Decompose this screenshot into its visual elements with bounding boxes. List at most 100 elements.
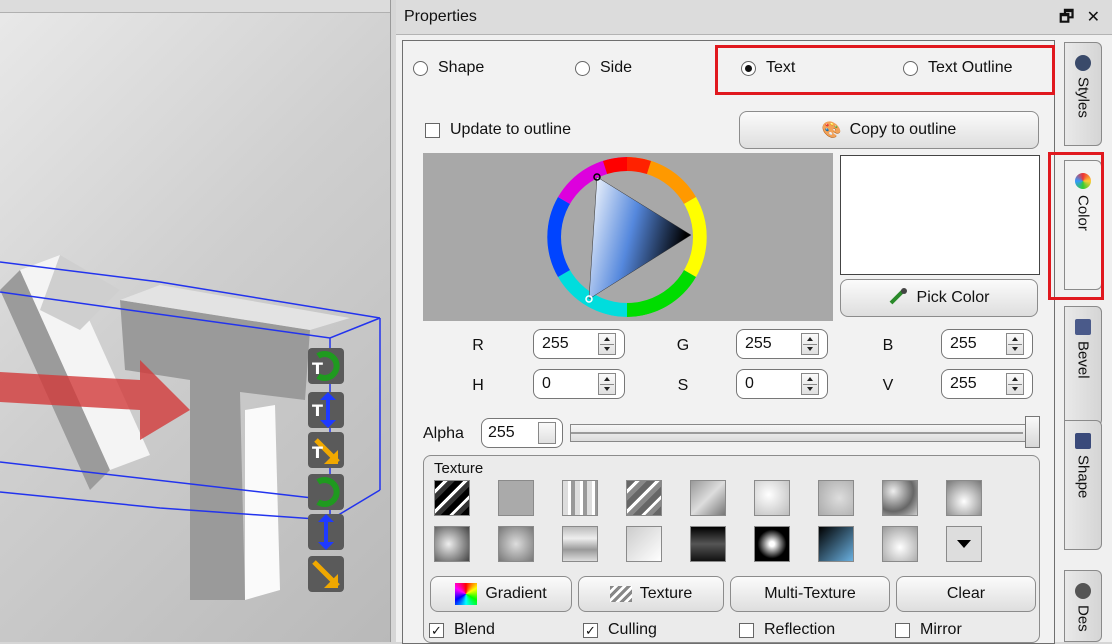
spin-value: 255 (542, 335, 569, 352)
checkbox-box[interactable] (739, 622, 754, 638)
checkbox-box[interactable]: ✓ (429, 622, 444, 638)
tab-label: Bevel (1074, 341, 1092, 379)
checkbox-box[interactable] (895, 622, 910, 638)
spin-arrows[interactable] (801, 333, 819, 355)
texture-tile[interactable] (690, 526, 726, 562)
tab-design[interactable]: Des (1064, 570, 1102, 642)
color-wheel[interactable] (423, 153, 833, 321)
tab-label: Styles (1074, 77, 1092, 118)
multi-texture-button[interactable]: Multi-Texture (730, 576, 890, 612)
texture-tile[interactable] (754, 526, 790, 562)
texture-tile[interactable] (882, 526, 918, 562)
texture-tile[interactable] (434, 480, 470, 516)
spin-arrows[interactable] (538, 422, 556, 444)
spin-value: 255 (488, 424, 515, 441)
texture-tile[interactable] (946, 480, 982, 516)
field-label-v: V (882, 377, 894, 394)
scale-object-icon[interactable] (308, 556, 344, 592)
side-tabs: Styles Color Bevel Shape Des (1048, 40, 1108, 642)
texture-group-label: Texture (432, 460, 486, 477)
gradient-icon (455, 583, 478, 605)
texture-tile[interactable] (754, 480, 790, 516)
gradient-button[interactable]: Gradient (430, 576, 572, 612)
button-label: Pick Color (916, 289, 990, 306)
texture-tile[interactable] (882, 480, 918, 516)
checkbox-box[interactable] (425, 122, 440, 138)
g-spinbox[interactable]: 255 (736, 329, 828, 359)
v-spinbox[interactable]: 255 (941, 369, 1033, 399)
blend-checkbox[interactable]: ✓ Blend (429, 621, 495, 639)
copy-to-outline-button[interactable]: 🎨 Copy to outline (739, 111, 1039, 149)
alpha-spinbox[interactable]: 255 (481, 418, 563, 448)
color-panel: Shape Side Text Text Outline Update to o… (402, 40, 1055, 644)
h-spinbox[interactable]: 0 (533, 369, 625, 399)
button-label: Copy to outline (849, 121, 957, 138)
svg-text:T: T (312, 443, 323, 462)
spin-arrows[interactable] (598, 333, 616, 355)
field-label-r: R (472, 337, 484, 354)
checkbox-label: Blend (454, 621, 495, 638)
spin-value: 255 (950, 375, 977, 392)
button-label: Clear (946, 585, 986, 602)
properties-panel: Properties 🗗 ✕ Shape Side Text Text Outl… (396, 0, 1112, 644)
letter-t-shape (120, 300, 310, 600)
tab-bevel[interactable]: Bevel (1064, 306, 1102, 426)
field-label-s: S (677, 377, 689, 394)
spin-arrows[interactable] (801, 373, 819, 395)
s-spinbox[interactable]: 0 (736, 369, 828, 399)
button-label: Texture (639, 585, 693, 602)
texture-icon (609, 586, 632, 602)
spin-value: 0 (745, 375, 754, 392)
texture-tile[interactable] (818, 480, 854, 516)
pick-color-button[interactable]: Pick Color (840, 279, 1038, 317)
reflection-checkbox[interactable]: Reflection (739, 621, 835, 639)
texture-tile[interactable] (498, 526, 534, 562)
spin-arrows[interactable] (1006, 373, 1024, 395)
more-textures-button[interactable] (946, 526, 982, 562)
rotate-object-icon[interactable] (308, 474, 344, 510)
button-label: Multi-Texture (764, 585, 856, 602)
3d-viewport[interactable]: T T T (0, 0, 391, 642)
culling-checkbox[interactable]: ✓ Culling (583, 621, 657, 639)
radio-dot[interactable] (575, 60, 590, 76)
scale-icon[interactable]: T (308, 432, 344, 468)
texture-tile[interactable] (818, 526, 854, 562)
clear-button[interactable]: Clear (896, 576, 1036, 612)
styles-icon (1075, 55, 1091, 71)
texture-tile[interactable] (562, 480, 598, 516)
radio-shape[interactable]: Shape (413, 59, 484, 77)
alpha-slider-thumb[interactable] (1025, 416, 1040, 448)
texture-tile[interactable] (626, 480, 662, 516)
tab-styles[interactable]: Styles (1064, 42, 1102, 146)
panel-title: Properties (404, 8, 477, 25)
move-vertical-icon[interactable]: T (308, 392, 344, 428)
spin-arrows[interactable] (1006, 333, 1024, 355)
texture-tile[interactable] (434, 526, 470, 562)
radio-dot[interactable] (413, 60, 428, 76)
color-wheel-area[interactable] (423, 153, 833, 321)
spin-arrows[interactable] (598, 373, 616, 395)
tab-label: Des (1074, 605, 1092, 632)
move-object-icon[interactable] (308, 514, 344, 550)
rotate-icon[interactable]: T (308, 348, 344, 384)
button-label: Gradient (485, 585, 547, 602)
window-controls[interactable]: 🗗 ✕ (1059, 6, 1104, 33)
texture-tile[interactable] (562, 526, 598, 562)
b-spinbox[interactable]: 255 (941, 329, 1033, 359)
tab-shape[interactable]: Shape (1064, 420, 1102, 550)
radio-side[interactable]: Side (575, 59, 632, 77)
r-spinbox[interactable]: 255 (533, 329, 625, 359)
texture-button[interactable]: Texture (578, 576, 724, 612)
svg-text:T: T (312, 401, 323, 420)
design-icon (1075, 583, 1091, 599)
chevron-down-icon (957, 540, 971, 548)
texture-tile[interactable] (690, 480, 726, 516)
highlight-text-mode (715, 45, 1055, 95)
texture-tile[interactable] (626, 526, 662, 562)
shape-icon (1075, 433, 1091, 449)
checkbox-box[interactable]: ✓ (583, 622, 598, 638)
mirror-checkbox[interactable]: Mirror (895, 621, 962, 639)
alpha-slider-track[interactable] (570, 424, 1038, 442)
update-outline-checkbox[interactable]: Update to outline (425, 121, 571, 139)
texture-tile[interactable] (498, 480, 534, 516)
